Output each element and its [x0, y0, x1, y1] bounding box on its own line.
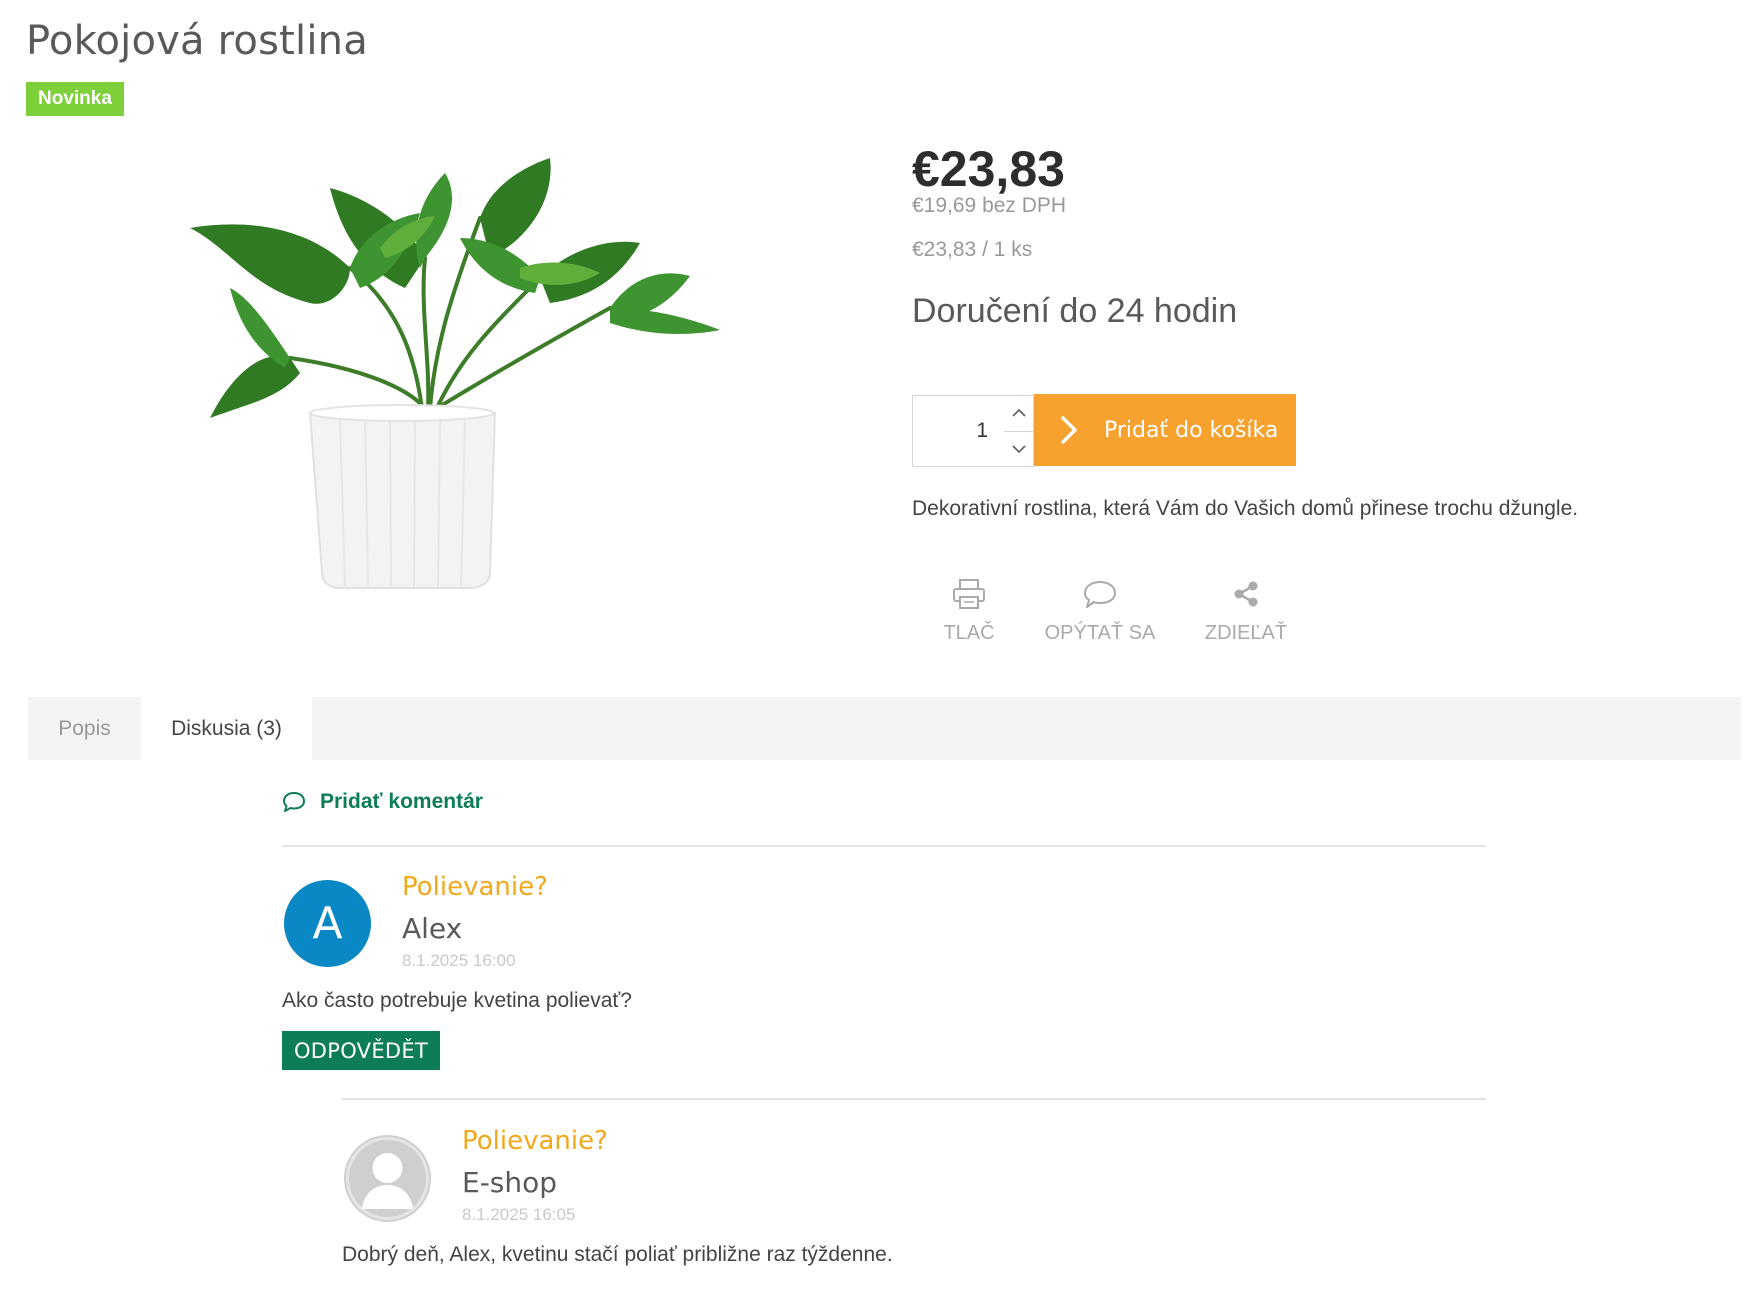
avatar: [344, 1135, 431, 1222]
product-title: Pokojová rostlina: [26, 18, 368, 64]
share-icon: [1196, 578, 1296, 614]
comment-text: Ako často potrebuje kvetina polievať?: [282, 989, 632, 1012]
add-comment-link[interactable]: Pridať komentár: [282, 790, 483, 814]
quantity-input[interactable]: 1: [912, 395, 1005, 467]
price: €23,83: [912, 141, 1065, 197]
add-to-cart-button[interactable]: Pridať do košíka: [1034, 394, 1296, 466]
comment-subject: Polievanie?: [402, 872, 548, 902]
delivery-info: Doručení do 24 hodin: [912, 292, 1238, 330]
tab-bar: Popis Diskusia (3): [28, 697, 1741, 760]
comment-author: Alex: [402, 912, 463, 945]
speech-bubble-icon: [1040, 578, 1160, 614]
quantity-increase-button[interactable]: [1004, 396, 1033, 431]
comment-text: Dobrý deň, Alex, kvetinu stačí poliať pr…: [342, 1243, 893, 1266]
product-actions: TLAČ OPÝTAŤ SA ZDIEĽAŤ: [912, 578, 1332, 658]
divider: [282, 845, 1486, 847]
reply-button[interactable]: ODPOVĚDĚT: [282, 1031, 440, 1070]
chevron-right-icon: [1034, 415, 1104, 445]
quantity-decrease-button[interactable]: [1004, 430, 1033, 467]
tab-discussion[interactable]: Diskusia (3): [141, 697, 312, 760]
share-label: ZDIEĽAŤ: [1204, 622, 1288, 644]
add-comment-label: Pridať komentár: [320, 790, 483, 813]
divider: [342, 1098, 1486, 1100]
ask-question-label: OPÝTAŤ SA: [1044, 622, 1156, 644]
unit-price: €23,83 / 1 ks: [912, 238, 1033, 261]
short-description: Dekorativní rostlina, která Vám do Vašic…: [912, 497, 1579, 520]
tab-description[interactable]: Popis: [28, 697, 141, 760]
add-to-cart-label: Pridať do košíka: [1104, 417, 1279, 443]
price-without-vat: €19,69 bez DPH: [912, 194, 1067, 217]
product-page: Pokojová rostlina Novinka €23,83 €19,69 …: [0, 0, 1764, 1301]
chevron-up-icon: [1011, 408, 1026, 417]
user-silhouette-icon: [346, 1137, 429, 1220]
comment-icon: [282, 791, 306, 813]
avatar: A: [284, 880, 371, 967]
comment-date: 8.1.2025 16:05: [462, 1205, 576, 1224]
share-button[interactable]: ZDIEĽAŤ: [1196, 578, 1296, 645]
ask-question-button[interactable]: OPÝTAŤ SA: [1040, 578, 1160, 645]
chevron-down-icon: [1011, 445, 1026, 454]
product-image[interactable]: [190, 158, 730, 604]
comment-subject: Polievanie?: [462, 1126, 608, 1156]
print-label: TLAČ: [943, 622, 995, 644]
quantity-stepper: [1004, 395, 1034, 467]
new-badge: Novinka: [26, 82, 124, 116]
comment-date: 8.1.2025 16:00: [402, 951, 516, 970]
plant-illustration: [190, 158, 720, 589]
comment-author: E-shop: [462, 1166, 558, 1199]
print-icon: [934, 578, 1004, 614]
print-button[interactable]: TLAČ: [934, 578, 1004, 645]
